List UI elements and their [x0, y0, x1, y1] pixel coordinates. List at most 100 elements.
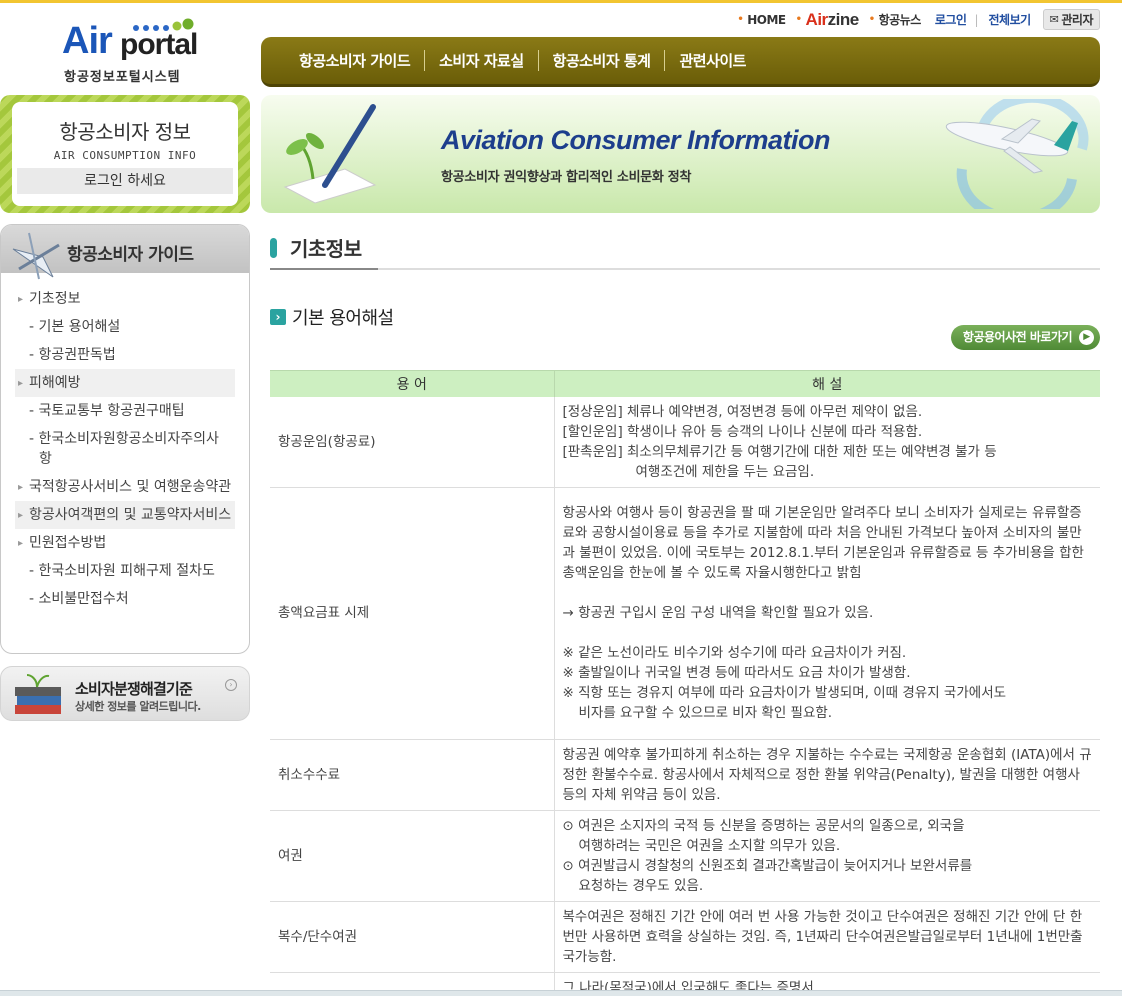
- description-column-header: 해 설: [553, 370, 1100, 397]
- terms-table: 용 어 해 설 항공운임(항공료) [정상운임] 체류나 예약변경, 여정변경 …: [270, 370, 1100, 996]
- description-note: ※ 출발일이나 귀국일 변경 등에 따라서도 요금 차이가 발생함.: [562, 665, 911, 681]
- side-nav-kca-relief[interactable]: 한국소비자원 피해구제 절차도: [15, 557, 235, 585]
- pen-plant-icon: [283, 104, 377, 204]
- main-nav: 항공소비자 가이드 소비자 자료실 항공소비자 통계 관련사이트: [261, 37, 1100, 87]
- side-nav-list: 기초정보 기본 용어해설 항공권판독법 피해예방 국토교통부 항공권구매팁 한국…: [1, 273, 249, 613]
- dispute-standard-banner[interactable]: 소비자분쟁해결기준 상세한 정보를 알려드립니다. ›: [0, 666, 250, 721]
- term-cell: 여권: [270, 810, 555, 902]
- hero-korean-subtitle: 항공소비자 권익향상과 합리적인 소비문화 정착: [441, 170, 692, 185]
- section-title-text: 기본 용어해설: [292, 308, 394, 329]
- login-link[interactable]: 로그인: [935, 11, 967, 28]
- dispute-subtitle: 상세한 정보를 알려드립니다.: [75, 700, 201, 713]
- side-nav-kca-notice[interactable]: 한국소비자원항공소비자주의사항: [15, 425, 235, 473]
- logo-portal-text: portal: [120, 28, 198, 61]
- airportal-logo[interactable]: Air portal 항공정보포털시스템: [62, 12, 202, 85]
- description-line: 여행조건에 제한을 두는 요금임.: [635, 463, 815, 480]
- nav-consumer-stats[interactable]: 항공소비자 통계: [537, 50, 665, 71]
- side-nav-damage-prevention[interactable]: 피해예방: [15, 369, 235, 397]
- admin-label: 관리자: [1061, 13, 1093, 27]
- arrow-box-icon: ›: [270, 309, 286, 325]
- news-link[interactable]: • 항공뉴스: [868, 11, 922, 28]
- utility-nav: • HOME • Airzine • 항공뉴스 로그인 | 전체보기 ✉ 관리자: [727, 9, 1100, 30]
- airzine-air: Air: [805, 9, 829, 29]
- hero-banner: Aviation Consumer Information 항공소비자 권익향상…: [261, 95, 1100, 213]
- logo-air-text: Air: [62, 20, 113, 62]
- user-info-box: 항공소비자 정보 AIR CONSUMPTION INFO 로그인 하세요: [0, 95, 250, 213]
- home-link-label: HOME: [747, 12, 786, 27]
- description-line: 여행하려는 국민은 여권을 소지할 의무가 있음.: [578, 837, 841, 854]
- table-row: 취소수수료 항공권 예약후 불가피하게 취소하는 경우 지불하는 수수료는 국제…: [270, 739, 1100, 811]
- term-cell: 항공운임(항공료): [270, 396, 555, 488]
- description-cell: 항공사와 여행사 등이 항공권을 팔 때 기본운임만 알려주다 보니 소비자가 …: [554, 487, 1100, 740]
- description-line: [할인운임] 학생이나 유아 등 승객의 나이나 신분에 따라 적용함.: [562, 423, 923, 440]
- title-bar-icon: [270, 238, 277, 258]
- side-nav: 항공소비자 가이드 기초정보 기본 용어해설 항공권판독법 피해예방 국토교통부…: [0, 224, 250, 654]
- bullet-icon: •: [737, 14, 744, 25]
- side-nav-complaint-office[interactable]: 소비불만접수처: [15, 585, 235, 613]
- side-nav-basic-terms[interactable]: 기본 용어해설: [15, 313, 235, 341]
- section-title: › 기본 용어해설: [270, 304, 394, 330]
- side-nav-airline-terms[interactable]: 국적항공사서비스 및 여행운송약관: [15, 473, 235, 501]
- description-cell: 복수여권은 정해진 기간 안에 여러 번 사용 가능한 것이고 단수여권은 정해…: [554, 901, 1100, 973]
- description-line: [판촉운임] 최소의무체류기간 등 여행기간에 대한 제한 또는 예약변경 불가…: [562, 443, 997, 460]
- horizontal-scrollbar[interactable]: [0, 990, 1122, 996]
- term-cell: 복수/단수여권: [270, 901, 555, 973]
- bullet-icon: •: [795, 14, 802, 25]
- airzine-link[interactable]: • Airzine: [795, 9, 860, 30]
- side-nav-header: 항공소비자 가이드: [1, 225, 249, 280]
- sitemap-link[interactable]: 전체보기: [988, 11, 1031, 28]
- page-title-bar: 기초정보: [270, 228, 1100, 270]
- side-nav-passenger-services[interactable]: 항공사여객편의 및 교통약자서비스: [15, 501, 235, 529]
- util-divider: |: [974, 12, 979, 27]
- dispute-title: 소비자분쟁해결기준: [75, 680, 193, 698]
- dictionary-link-button[interactable]: 항공용어사전 바로가기 ▶: [950, 325, 1100, 350]
- term-column-header: 용 어: [270, 370, 554, 397]
- side-nav-ticket-reading[interactable]: 항공권판독법: [15, 341, 235, 369]
- nav-consumer-library[interactable]: 소비자 자료실: [424, 50, 538, 71]
- description-cell: 항공권 예약후 불가피하게 취소하는 경우 지불하는 수수료는 국제항공 운송협…: [554, 739, 1100, 811]
- airzine-zine: zine: [827, 9, 860, 29]
- description-cell: ⊙ 여권은 소지자의 국적 등 신분을 증명하는 공문서의 일종으로, 외국을 …: [554, 810, 1100, 902]
- airplane-icon: [12, 232, 60, 280]
- table-row: 복수/단수여권 복수여권은 정해진 기간 안에 여러 번 사용 가능한 것이고 …: [270, 901, 1100, 973]
- description-paragraph: 항공사와 여행사 등이 항공권을 팔 때 기본운임만 알려주다 보니 소비자가 …: [562, 505, 1084, 581]
- title-underline: [270, 268, 378, 270]
- description-line: ⊙ 여권은 소지자의 국적 등 신분을 증명하는 공문서의 일종으로, 외국을: [562, 817, 965, 834]
- description-cell: [정상운임] 체류나 예약변경, 여정변경 등에 아무런 제약이 없음. [할인…: [554, 396, 1100, 488]
- description-arrow-note: → 항공권 구입시 운임 구성 내역을 확인할 필요가 있음.: [562, 605, 874, 621]
- hero-english-title: Aviation Consumer Information: [441, 125, 831, 155]
- airplane-recycle-icon: [945, 99, 1089, 209]
- table-row: 총액요금표 시제 항공사와 여행사 등이 항공권을 팔 때 기본운임만 알려주다…: [270, 487, 1100, 740]
- description-line: ⊙ 여권발급시 경찰청의 신원조회 결과간혹발급이 늦어지거나 보완서류를: [562, 857, 973, 874]
- userbox-subtitle: AIR CONSUMPTION INFO: [53, 149, 197, 162]
- description-note: ※ 직항 또는 경유지 여부에 따라 요금차이가 발생되며, 이때 경유지 국가…: [562, 685, 1007, 701]
- login-prompt-button[interactable]: 로그인 하세요: [17, 168, 233, 194]
- description-note: 비자를 요구할 수 있으므로 비자 확인 필요함.: [578, 705, 833, 721]
- arrow-right-icon: ▶: [1079, 330, 1094, 345]
- logo-subtitle: 항공정보포털시스템: [64, 70, 181, 85]
- home-link[interactable]: • HOME: [737, 12, 786, 27]
- description-line: 요청하는 경우도 있음.: [578, 877, 704, 894]
- dictionary-link-label: 항공용어사전 바로가기: [962, 330, 1073, 344]
- main-content: 기초정보 › 기본 용어해설 항공용어사전 바로가기 ▶ 용 어 해 설 항공운…: [270, 228, 1100, 996]
- news-link-label: 항공뉴스: [878, 13, 922, 27]
- table-row: 여권 ⊙ 여권은 소지자의 국적 등 신분을 증명하는 공문서의 일종으로, 외…: [270, 810, 1100, 902]
- table-header-row: 용 어 해 설: [270, 370, 1100, 397]
- nav-related-sites[interactable]: 관련사이트: [664, 50, 760, 71]
- description-line: [정상운임] 체류나 예약변경, 여정변경 등에 아무런 제약이 없음.: [562, 403, 923, 420]
- side-nav-basic-info[interactable]: 기초정보: [15, 285, 235, 313]
- side-nav-complaint-method[interactable]: 민원접수방법: [15, 529, 235, 557]
- side-nav-molit-tips[interactable]: 국토교통부 항공권구매팁: [15, 397, 235, 425]
- page-title: 기초정보: [290, 237, 362, 261]
- term-cell: 총액요금표 시제: [270, 487, 555, 740]
- nav-consumer-guide[interactable]: 항공소비자 가이드: [299, 50, 424, 71]
- description-note: ※ 같은 노선이라도 비수기와 성수기에 따라 요금차이가 커짐.: [562, 645, 907, 661]
- mail-icon: ✉: [1049, 13, 1059, 26]
- chevron-right-icon: ›: [225, 679, 237, 691]
- side-nav-title: 항공소비자 가이드: [67, 245, 194, 265]
- admin-button[interactable]: ✉ 관리자: [1042, 9, 1100, 30]
- term-cell: 취소수수료: [270, 739, 555, 811]
- bullet-icon: •: [868, 14, 875, 25]
